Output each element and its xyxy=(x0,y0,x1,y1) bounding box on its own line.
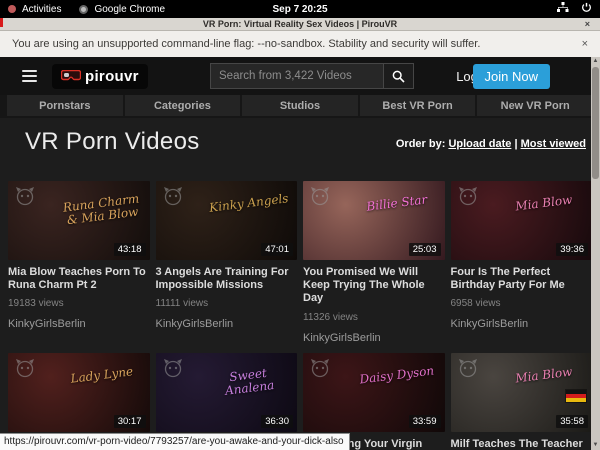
thumbnail-overlay-title: Daisy Dyson xyxy=(352,363,441,386)
thumbnail-overlay-title: Mia Blow xyxy=(500,363,589,386)
duration-badge: 35:58 xyxy=(556,415,588,428)
video-card: Mia Blow 35:58 Milf Teaches The Teacher … xyxy=(451,353,593,450)
nav-item-studios[interactable]: Studios xyxy=(242,95,358,116)
order-separator: | xyxy=(514,138,517,150)
video-thumbnail[interactable]: Lady Lyne 30:17 xyxy=(8,353,150,432)
studio-cat-mask-icon xyxy=(163,186,183,206)
order-by: Order by: Upload date | Most viewed xyxy=(396,138,586,150)
duration-badge: 25:03 xyxy=(409,243,441,256)
join-now-button[interactable]: Join Now xyxy=(473,64,550,89)
page-content: VR Porn Videos Order by: Upload date | M… xyxy=(0,118,600,450)
tab-title: VR Porn: Virtual Reality Sex Videos | Pi… xyxy=(203,19,397,29)
scroll-down-icon[interactable]: ▼ xyxy=(591,441,600,449)
duration-badge: 47:01 xyxy=(261,243,293,256)
video-thumbnail[interactable]: Runa Charm & Mia Blow 43:18 xyxy=(8,181,150,260)
main-nav: PornstarsCategoriesStudiosBest VR PornNe… xyxy=(0,95,600,118)
duration-badge: 33:59 xyxy=(409,415,441,428)
video-studio-link[interactable]: KinkyGirlsBerlin xyxy=(8,318,150,330)
video-card: Billie Star 25:03 You Promised We Will K… xyxy=(303,181,445,344)
search-icon xyxy=(392,70,405,83)
warning-close-icon[interactable]: × xyxy=(582,38,588,50)
duration-badge: 39:36 xyxy=(556,243,588,256)
duration-badge: 30:17 xyxy=(114,415,146,428)
duration-badge: 36:30 xyxy=(261,415,293,428)
video-views: 6958 views xyxy=(451,298,593,309)
video-studio-link[interactable]: KinkyGirlsBerlin xyxy=(451,318,593,330)
thumbnail-overlay-title: Sweet Analena xyxy=(204,363,294,399)
video-thumbnail[interactable]: Daisy Dyson 33:59 xyxy=(303,353,445,432)
nav-item-best-vr-porn[interactable]: Best VR Porn xyxy=(360,95,476,116)
chrome-warning-bar: You are using an unsupported command-lin… xyxy=(0,31,600,57)
order-by-label: Order by: xyxy=(396,138,446,150)
nav-item-categories[interactable]: Categories xyxy=(125,95,241,116)
scrollbar-thumb[interactable] xyxy=(592,67,599,179)
video-studio-link[interactable]: KinkyGirlsBerlin xyxy=(303,332,445,344)
order-upload-date-link[interactable]: Upload date xyxy=(448,138,511,150)
search-input[interactable] xyxy=(211,64,383,88)
video-card: Kinky Angels 47:01 3 Angels Are Training… xyxy=(156,181,298,344)
page-scrollbar[interactable]: ▲ ▼ xyxy=(591,57,600,450)
thumbnail-overlay-title: Lady Lyne xyxy=(57,363,146,386)
video-views: 11326 views xyxy=(303,312,445,323)
video-title-link[interactable]: 3 Angels Are Training For Impossible Mis… xyxy=(156,266,298,292)
video-title-link[interactable]: Mia Blow Teaches Porn To Runa Charm Pt 2 xyxy=(8,266,150,292)
window-close-icon[interactable]: × xyxy=(585,19,590,29)
search-button[interactable] xyxy=(383,64,413,88)
status-url-tooltip: https://pirouvr.com/vr-porn-video/779325… xyxy=(0,433,350,450)
system-top-bar: Activities Google Chrome Sep 7 20:25 xyxy=(0,0,600,18)
studio-cat-mask-icon xyxy=(458,186,478,206)
studio-cat-mask-icon xyxy=(15,358,35,378)
video-title-link[interactable]: You Promised We Will Keep Trying The Who… xyxy=(303,266,445,306)
recording-dot xyxy=(0,18,3,27)
logo-text: pirouvr xyxy=(85,68,139,85)
video-grid: Runa Charm & Mia Blow 43:18 Mia Blow Tea… xyxy=(8,181,592,450)
browser-title-bar: VR Porn: Virtual Reality Sex Videos | Pi… xyxy=(0,18,600,31)
warning-text: You are using an unsupported command-lin… xyxy=(12,38,480,50)
video-views: 19183 views xyxy=(8,298,150,309)
thumbnail-overlay-title: Billie Star xyxy=(352,192,441,215)
video-thumbnail[interactable]: Sweet Analena 36:30 xyxy=(156,353,298,432)
studio-cat-mask-icon xyxy=(310,358,330,378)
nav-item-new-vr-porn[interactable]: New VR Porn xyxy=(477,95,593,116)
studio-cat-mask-icon xyxy=(310,186,330,206)
system-clock[interactable]: Sep 7 20:25 xyxy=(0,4,600,15)
video-thumbnail[interactable]: Billie Star 25:03 xyxy=(303,181,445,260)
video-title-link[interactable]: Four Is The Perfect Birthday Party For M… xyxy=(451,266,593,292)
thumbnail-overlay-title: Runa Charm & Mia Blow xyxy=(57,192,147,228)
germany-flag-icon xyxy=(565,389,587,403)
site-logo[interactable]: pirouvr xyxy=(52,64,148,89)
nav-item-pornstars[interactable]: Pornstars xyxy=(7,95,123,116)
video-thumbnail[interactable]: Mia Blow 39:36 xyxy=(451,181,593,260)
studio-cat-mask-icon xyxy=(458,358,478,378)
site-header: pirouvr Login Join Now xyxy=(0,57,600,95)
duration-badge: 43:18 xyxy=(114,243,146,256)
hamburger-menu-icon[interactable] xyxy=(22,70,37,82)
video-thumbnail[interactable]: Kinky Angels 47:01 xyxy=(156,181,298,260)
video-title-link[interactable]: Milf Teaches The Teacher Some Practical … xyxy=(451,438,593,450)
order-most-viewed-link[interactable]: Most viewed xyxy=(521,138,586,150)
vr-goggles-icon xyxy=(61,70,81,83)
network-icon[interactable] xyxy=(557,2,569,16)
video-studio-link[interactable]: KinkyGirlsBerlin xyxy=(156,318,298,330)
power-icon[interactable] xyxy=(581,2,592,16)
thumbnail-overlay-title: Kinky Angels xyxy=(205,192,294,215)
video-card: Runa Charm & Mia Blow 43:18 Mia Blow Tea… xyxy=(8,181,150,344)
scroll-up-icon[interactable]: ▲ xyxy=(591,57,600,65)
video-views: 11111 views xyxy=(156,298,298,309)
studio-cat-mask-icon xyxy=(15,186,35,206)
desktop-screen: Activities Google Chrome Sep 7 20:25 VR … xyxy=(0,0,600,450)
search-bar xyxy=(210,63,414,89)
video-thumbnail[interactable]: Mia Blow 35:58 xyxy=(451,353,593,432)
thumbnail-overlay-title: Mia Blow xyxy=(500,192,589,215)
studio-cat-mask-icon xyxy=(163,358,183,378)
video-card: Mia Blow 39:36 Four Is The Perfect Birth… xyxy=(451,181,593,344)
